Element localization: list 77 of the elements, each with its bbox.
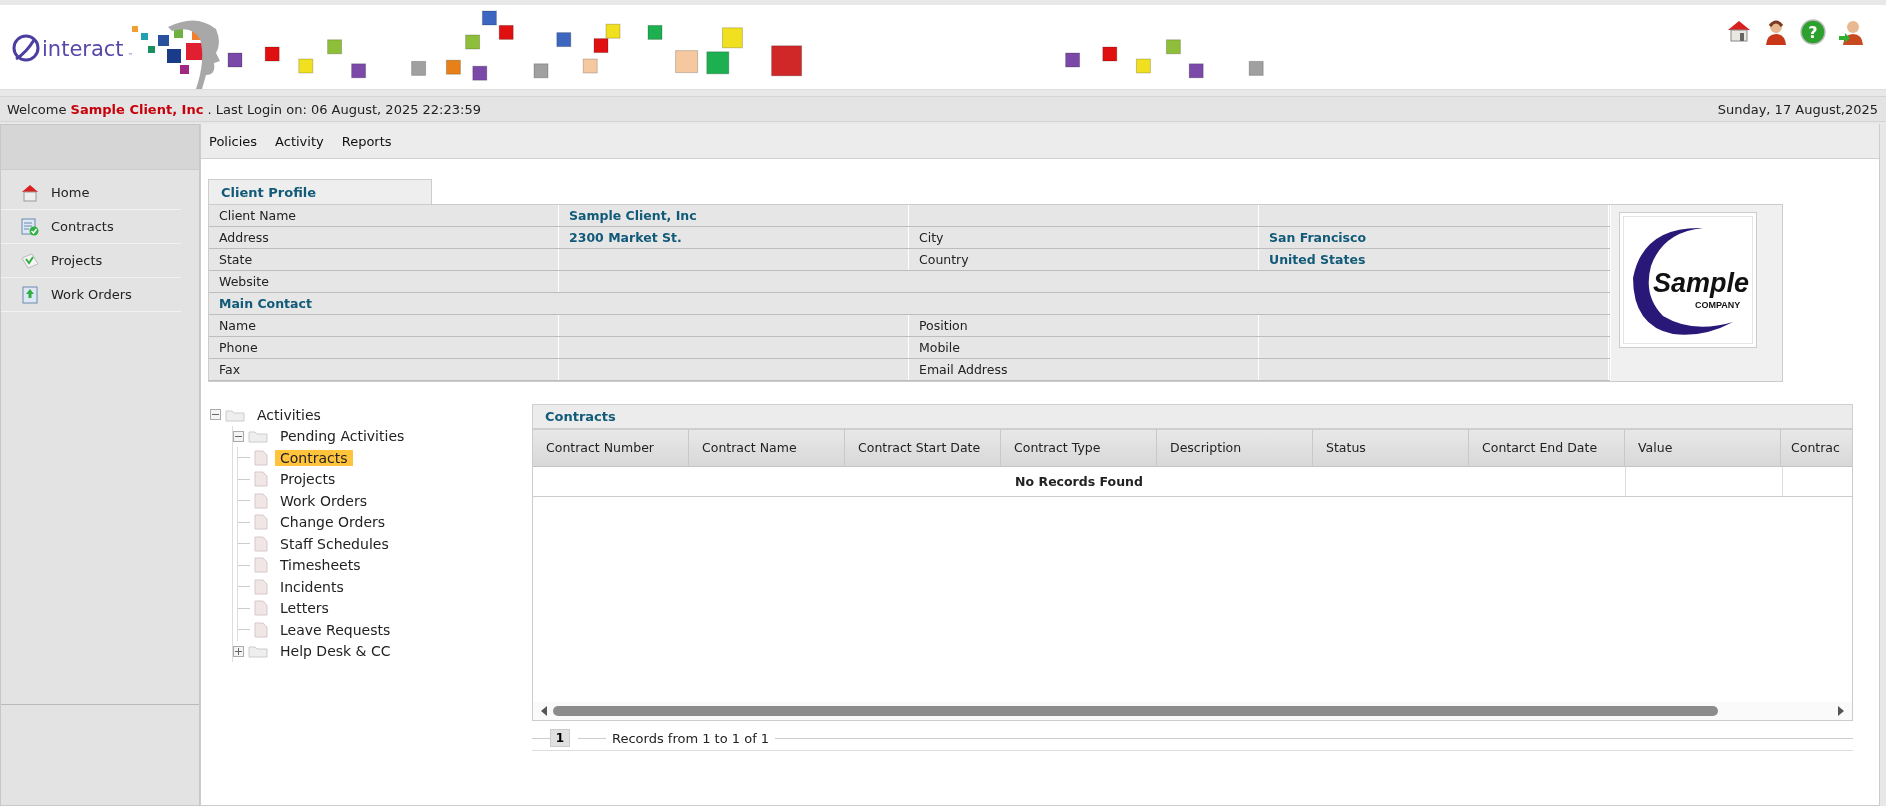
section-heading: Main Contact	[209, 293, 1609, 314]
document-icon	[254, 600, 268, 617]
menu-item[interactable]: Policies	[209, 133, 258, 149]
house-icon	[21, 183, 39, 202]
field-value: Sample Client, Inc	[559, 205, 909, 226]
field-label: Mobile	[909, 337, 1259, 358]
scroll-left-icon[interactable]	[539, 705, 549, 717]
menu-item[interactable]: Reports	[341, 133, 392, 149]
column-header[interactable]: Description	[1157, 430, 1313, 466]
user-arrow-icon[interactable]	[1838, 19, 1864, 45]
tree-item[interactable]: Leave Requests	[275, 621, 396, 638]
field-label: City	[909, 227, 1259, 248]
field-label: Position	[909, 315, 1259, 336]
field-label: Fax	[209, 359, 559, 380]
field-label: Name	[209, 315, 559, 336]
records-summary: Records from 1 to 1 of 1	[611, 730, 771, 746]
document-icon	[254, 578, 268, 595]
headset-person-icon[interactable]	[1764, 19, 1788, 45]
document-upload-icon	[21, 285, 39, 304]
column-header[interactable]: Contract Start Date	[845, 430, 1001, 466]
field-label: Website	[209, 271, 559, 292]
column-header[interactable]: Contarct End Date	[1469, 430, 1625, 466]
tree-item[interactable]: Incidents	[275, 578, 349, 595]
tree-item[interactable]: Projects	[275, 471, 341, 488]
folder-icon	[225, 407, 245, 422]
sidebar-item[interactable]: Work Orders	[1, 278, 181, 312]
field-label: Email Address	[909, 359, 1259, 380]
home-icon[interactable]	[1726, 19, 1752, 43]
tree-item[interactable]: Help Desk & CC	[275, 643, 396, 660]
horizontal-scrollbar[interactable]	[533, 702, 1852, 720]
current-date: Sunday, 17 August,2025	[1717, 101, 1878, 117]
column-header[interactable]: Value	[1625, 430, 1781, 466]
document-icon	[254, 492, 268, 509]
column-header[interactable]: Contract Name	[689, 430, 845, 466]
folder-icon	[248, 644, 268, 659]
field-value: 2300 Market St.	[559, 227, 909, 248]
document-check-icon	[21, 217, 39, 236]
tree-item[interactable]: Staff Schedules	[275, 535, 394, 552]
tree-item[interactable]: Pending Activities	[275, 428, 410, 445]
sidebar-item[interactable]: Projects	[1, 244, 181, 278]
tree-toggle[interactable]	[233, 645, 244, 657]
document-icon	[254, 449, 268, 466]
folder-icon	[248, 429, 268, 444]
document-icon	[254, 535, 268, 552]
client-logo: Sample COMPANY	[1619, 212, 1757, 348]
column-header[interactable]: Contract Number	[533, 430, 689, 466]
tree-toggle[interactable]	[210, 409, 221, 421]
sidebar-item[interactable]: Contracts	[1, 210, 181, 244]
menu-item[interactable]: Activity	[275, 133, 324, 149]
column-header[interactable]: Contrac	[1781, 430, 1852, 466]
empty-message: No Records Found	[533, 467, 1626, 496]
field-label: State	[209, 249, 559, 270]
field-label: Address	[209, 227, 559, 248]
field-label: Country	[909, 249, 1259, 270]
page-button[interactable]: 1	[550, 729, 570, 747]
tree-item[interactable]: Activities	[252, 406, 326, 423]
field-value: San Francisco	[1259, 227, 1609, 248]
document-icon	[254, 471, 268, 488]
tree-item[interactable]: Letters	[275, 600, 334, 617]
paper-icon	[21, 251, 39, 270]
field-value: United States	[1259, 249, 1609, 270]
tree-item[interactable]: Timesheets	[275, 557, 366, 574]
column-header[interactable]: Contract Type	[1001, 430, 1157, 466]
tree-toggle[interactable]	[233, 430, 244, 442]
panel-title: Contracts	[532, 404, 1853, 429]
field-label: Phone	[209, 337, 559, 358]
tree-item[interactable]: Work Orders	[275, 492, 372, 509]
tree-item[interactable]: Change Orders	[275, 514, 391, 531]
document-icon	[254, 557, 268, 574]
document-icon	[254, 514, 268, 531]
column-header[interactable]: Status	[1313, 430, 1469, 466]
tree-item[interactable]: Contracts	[275, 449, 353, 466]
document-icon	[254, 621, 268, 638]
scroll-right-icon[interactable]	[1836, 705, 1846, 717]
field-label: Client Name	[209, 205, 559, 226]
sidebar-item[interactable]: Home	[1, 176, 181, 210]
welcome-message: Welcome Sample Client, Inc . Last Login on: 06 August, 2025 22:23:59	[7, 101, 481, 117]
